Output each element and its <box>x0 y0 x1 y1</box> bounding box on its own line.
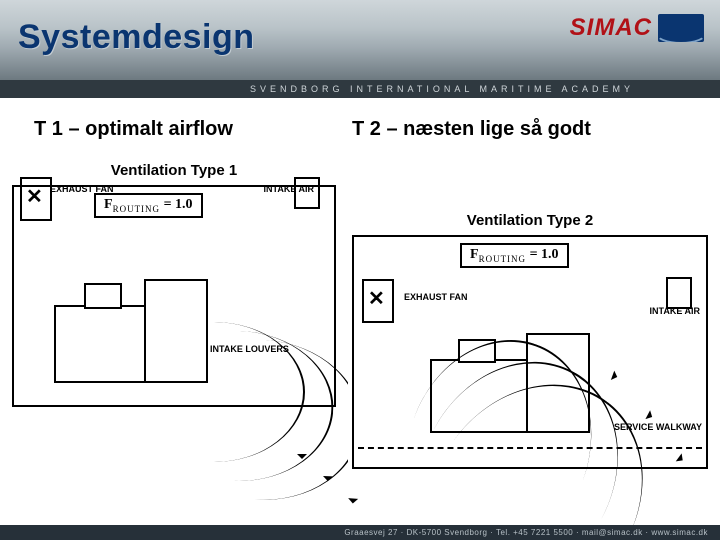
column-heading-left: T 1 – optimalt airflow <box>34 118 233 141</box>
label-exhaust-fan: EXHAUST FAN <box>404 293 468 302</box>
diagram1-room-outline: FROUTING = 1.0 EXHAUST FAN INTAKE AIR IN… <box>12 185 336 407</box>
diagram-ventilation-type-2: Ventilation Type 2 FROUTING = 1.0 EXHAUS… <box>348 210 712 480</box>
logo-mark-icon <box>658 14 704 42</box>
slide: Systemdesign SIMAC SVENDBORG INTERNATION… <box>0 0 720 540</box>
logo-text: SIMAC <box>570 14 652 42</box>
formula-subscript: ROUTING <box>479 254 527 264</box>
formula-subscript: ROUTING <box>113 204 161 214</box>
exhaust-fan-icon <box>362 279 394 323</box>
label-intake-air: INTAKE AIR <box>650 307 701 316</box>
engine-block-icon <box>84 283 122 309</box>
diagram2-title: Ventilation Type 2 <box>348 212 712 229</box>
slide-title: Systemdesign <box>18 18 255 57</box>
intake-damper-icon <box>666 277 692 309</box>
diagram-ventilation-type-1: Ventilation Type 1 FROUTING = 1.0 EXHAUS… <box>8 160 340 420</box>
formula-value: = 1.0 <box>160 197 192 212</box>
column-heading-right: T 2 – næsten lige så godt <box>352 118 591 141</box>
footer-bar: Graaesvej 27 · DK-5700 Svendborg · Tel. … <box>0 525 720 540</box>
diagram2-formula: FROUTING = 1.0 <box>460 243 569 268</box>
label-intake-air: INTAKE AIR <box>264 185 315 194</box>
diagram1-formula: FROUTING = 1.0 <box>94 193 203 218</box>
exhaust-fan-icon <box>20 177 52 221</box>
formula-value: = 1.0 <box>526 247 558 262</box>
formula-symbol: F <box>104 197 113 212</box>
diagram1-title: Ventilation Type 1 <box>8 162 340 179</box>
header-subbar: SVENDBORG INTERNATIONAL MARITIME ACADEMY <box>0 80 720 98</box>
logo: SIMAC <box>570 14 704 42</box>
formula-symbol: F <box>470 247 479 262</box>
diagram2-room-outline: FROUTING = 1.0 EXHAUST FAN INTAKE AIR SE… <box>352 235 708 469</box>
label-exhaust-fan: EXHAUST FAN <box>50 185 114 194</box>
